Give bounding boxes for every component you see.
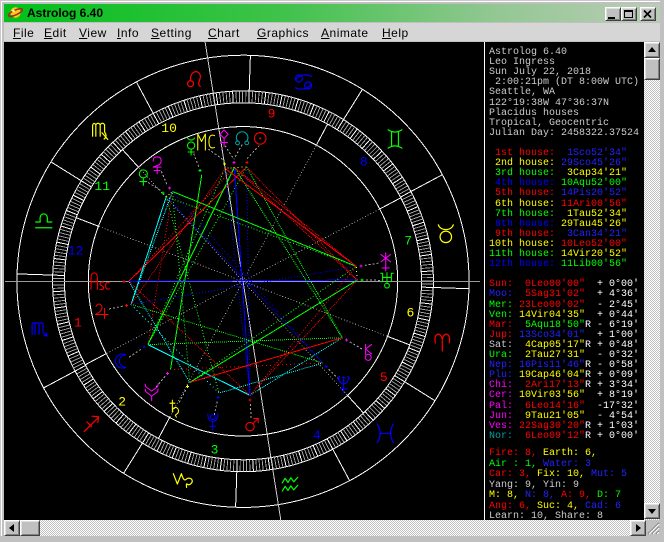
svg-text:7: 7 <box>404 234 412 249</box>
svg-text:4: 4 <box>313 428 321 443</box>
svg-text:6: 6 <box>406 305 414 320</box>
svg-text:2: 2 <box>118 394 126 409</box>
svg-text:1: 1 <box>74 316 82 331</box>
svg-text:9: 9 <box>268 107 276 122</box>
svg-text:10: 10 <box>161 121 177 136</box>
svg-text:3: 3 <box>211 442 219 457</box>
svg-text:5: 5 <box>380 370 388 385</box>
svg-text:8: 8 <box>360 155 368 170</box>
svg-text:12: 12 <box>68 244 84 259</box>
svg-text:11: 11 <box>94 179 110 194</box>
